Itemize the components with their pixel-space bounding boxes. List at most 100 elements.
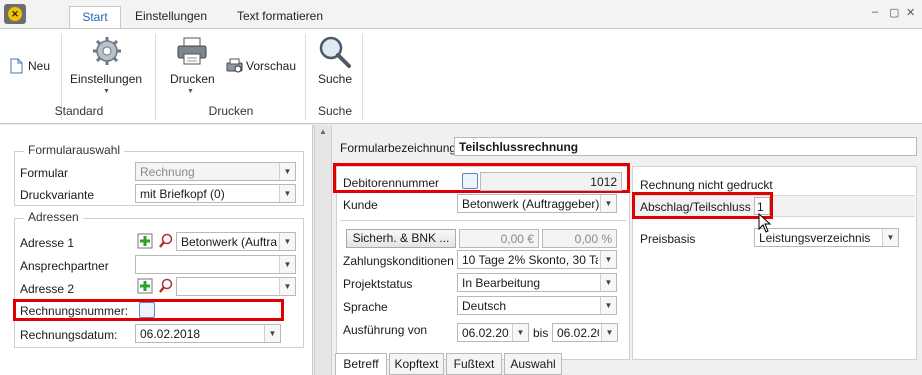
drucken-button[interactable]: Drucken ▼ xyxy=(162,34,222,98)
preisbasis-value: Leistungsverzeichnis xyxy=(759,231,871,245)
tab-text-formatieren[interactable]: Text formatieren xyxy=(220,6,340,28)
adresse2-label: Adresse 2 xyxy=(20,282,75,296)
printer-icon xyxy=(177,37,207,65)
minimize-icon[interactable]: – xyxy=(872,6,878,18)
chevron-down-icon: ▼ xyxy=(264,325,280,342)
rechnungsnummer-label: Rechnungsnummer: xyxy=(20,304,129,318)
search-icon xyxy=(319,36,351,68)
tab-betreff[interactable]: Betreff xyxy=(335,353,387,375)
tab-kopftext[interactable]: Kopftext xyxy=(389,353,444,375)
tab-fusstext[interactable]: Fußtext xyxy=(446,353,502,375)
ansprechpartner-select[interactable]: ▼ xyxy=(135,255,296,274)
adresse2-select[interactable]: ▼ xyxy=(176,277,296,296)
formularbezeichnung-label: Formularbezeichnung xyxy=(340,141,457,155)
kunde-select[interactable]: Betonwerk (Auftraggeber) ▼ xyxy=(457,194,617,213)
ausfuehrung-bis-picker[interactable]: 06.02.201 ▼ xyxy=(552,323,618,342)
sicherh-amount-value: 0,00 € xyxy=(500,232,534,246)
adresse1-select[interactable]: Betonwerk (Auftragg ▼ xyxy=(176,232,296,251)
einstellungen-button[interactable]: Einstellungen ▼ xyxy=(66,34,148,98)
ribbon-separator xyxy=(155,34,156,120)
ansprechpartner-label: Ansprechpartner xyxy=(20,259,109,273)
group-label-suche: Suche xyxy=(317,104,353,118)
chevron-down-icon: ▼ xyxy=(601,324,617,341)
chevron-down-icon: ▼ xyxy=(600,251,616,268)
zahlungskonditionen-value: 10 Tage 2% Skonto, 30 Tage xyxy=(462,253,598,267)
preisbasis-select[interactable]: Leistungsverzeichnis ▼ xyxy=(754,228,899,247)
rechnungsdatum-label: Rechnungsdatum: xyxy=(20,328,118,342)
chevron-down-icon: ▼ xyxy=(279,278,295,295)
zahlungskonditionen-select[interactable]: 10 Tage 2% Skonto, 30 Tage ▼ xyxy=(457,250,617,269)
add-address-icon[interactable] xyxy=(137,278,153,294)
adresse1-label: Adresse 1 xyxy=(20,236,75,250)
ribbon-separator xyxy=(305,34,306,120)
abschlag-value: 1 xyxy=(757,200,764,214)
adressen-legend: Adressen xyxy=(24,210,83,224)
chevron-down-icon: ▼ xyxy=(279,163,295,180)
abschlag-label: Abschlag/Teilschluss Nr xyxy=(640,200,767,214)
print-preview-icon xyxy=(226,58,243,73)
chevron-down-icon: ▼ xyxy=(512,324,528,341)
new-document-icon xyxy=(10,58,23,74)
ausfuehrung-von-picker[interactable]: 06.02.201 ▼ xyxy=(457,323,529,342)
group-label-standard: Standard xyxy=(54,104,104,118)
sprache-label: Sprache xyxy=(343,300,388,314)
search-address-icon[interactable] xyxy=(158,233,174,249)
formular-select[interactable]: Rechnung ▼ xyxy=(135,162,296,181)
panel-splitter[interactable]: ▲ xyxy=(314,125,332,375)
number-picker-icon[interactable] xyxy=(139,302,155,318)
sicherh-percent-field[interactable]: 0,00 % xyxy=(542,229,617,248)
dropdown-arrow-icon: ▼ xyxy=(103,88,110,95)
suche-button[interactable]: Suche xyxy=(312,34,358,98)
tab-einstellungen[interactable]: Einstellungen xyxy=(125,6,217,28)
tab-start[interactable]: Start xyxy=(69,6,121,28)
kunde-value: Betonwerk (Auftraggeber) xyxy=(462,197,600,211)
debitorennummer-value: 1012 xyxy=(590,175,617,189)
rechnungsnummer-field[interactable] xyxy=(157,302,277,318)
ausfuehrung-label: Ausführung von xyxy=(343,323,428,337)
druckstatus-text: Rechnung nicht gedruckt xyxy=(640,178,773,192)
druckvariante-select[interactable]: mit Briefkopf (0) ▼ xyxy=(135,184,296,203)
neu-button[interactable]: Neu xyxy=(8,56,58,76)
ribbon-separator xyxy=(362,34,363,120)
formularauswahl-legend: Formularauswahl xyxy=(24,143,125,157)
application-menu-button[interactable]: ✕ xyxy=(4,4,26,24)
mouse-cursor-icon xyxy=(758,213,772,233)
drucken-label: Drucken xyxy=(170,72,215,86)
chevron-down-icon: ▼ xyxy=(279,256,295,273)
section-divider xyxy=(340,220,626,221)
chevron-down-icon: ▼ xyxy=(600,274,616,291)
sprache-select[interactable]: Deutsch ▼ xyxy=(457,296,617,315)
projektstatus-label: Projektstatus xyxy=(343,277,413,291)
projektstatus-value: In Bearbeitung xyxy=(462,276,541,290)
druckvariante-label: Druckvariante xyxy=(20,188,95,202)
maximize-icon[interactable]: ▢ xyxy=(889,6,899,19)
vorschau-label: Vorschau xyxy=(246,59,297,73)
zahlungskonditionen-label: Zahlungskonditionen xyxy=(343,254,454,268)
formular-label: Formular xyxy=(20,166,69,180)
app-logo-icon: ✕ xyxy=(8,7,22,21)
projektstatus-select[interactable]: In Bearbeitung ▼ xyxy=(457,273,617,292)
sprache-value: Deutsch xyxy=(462,299,507,313)
rechnungsdatum-value: 06.02.2018 xyxy=(140,327,201,341)
tab-auswahl[interactable]: Auswahl xyxy=(504,353,562,375)
formular-value: Rechnung xyxy=(140,165,195,179)
sicherheiten-bnk-button[interactable]: Sicherh. & BNK ... xyxy=(346,229,456,248)
debitor-picker-icon[interactable] xyxy=(462,173,478,189)
search-address-icon[interactable] xyxy=(158,278,174,294)
druckvariante-value: mit Briefkopf (0) xyxy=(140,187,225,201)
gear-icon xyxy=(93,37,121,65)
group-label-drucken: Drucken xyxy=(208,104,254,118)
debitorennummer-label: Debitorennummer xyxy=(343,176,440,190)
neu-label: Neu xyxy=(28,59,51,73)
einstellungen-label: Einstellungen xyxy=(70,72,143,86)
rechnungsdatum-picker[interactable]: 06.02.2018 ▼ xyxy=(135,324,281,343)
formularbezeichnung-field[interactable]: Teilschlussrechnung xyxy=(454,137,917,156)
debitorennummer-field[interactable]: 1012 xyxy=(480,172,622,191)
sicherh-amount-field[interactable]: 0,00 € xyxy=(459,229,539,248)
scroll-up-icon[interactable]: ▲ xyxy=(319,127,327,136)
vorschau-button[interactable]: Vorschau xyxy=(226,56,298,76)
add-address-icon[interactable] xyxy=(137,233,153,249)
formularbezeichnung-value: Teilschlussrechnung xyxy=(459,140,579,154)
close-icon[interactable]: ✕ xyxy=(906,6,915,19)
ausfuehrung-von-value: 06.02.201 xyxy=(462,326,510,340)
